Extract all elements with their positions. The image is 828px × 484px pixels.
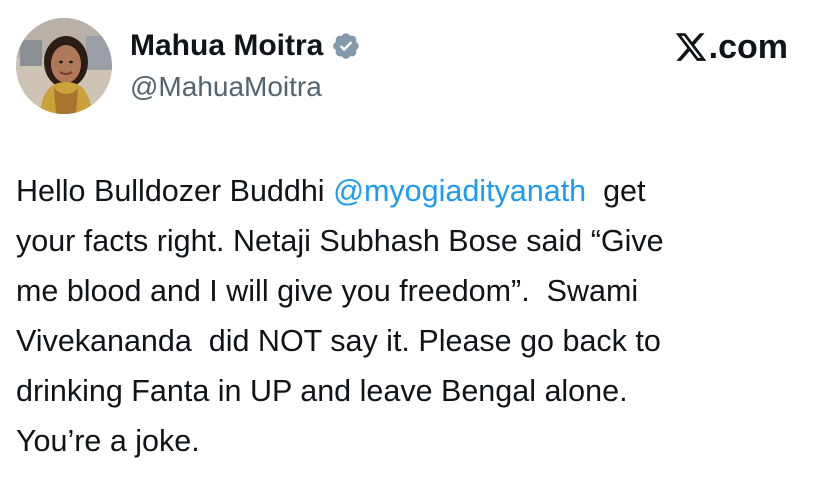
x-logo-icon [674, 30, 708, 64]
tweet-text: Hello Bulldozer Buddhi @myogiadityanath … [16, 166, 812, 466]
author-handle[interactable]: @MahuaMoitra [130, 70, 322, 104]
tweet-line-1: Hello Bulldozer Buddhi @myogiadityanath … [16, 166, 812, 216]
avatar-photo [16, 18, 112, 114]
tweet-line-6: You’re a joke. [16, 424, 200, 458]
mention-link[interactable]: @myogiadityanath [333, 174, 586, 208]
author-name-row: Mahua Moitra [130, 28, 361, 64]
tweet-line-1-post: get [586, 174, 646, 208]
author-display-name[interactable]: Mahua Moitra [130, 28, 323, 64]
tweet-line-5: drinking Fanta in UP and leave Bengal al… [16, 374, 628, 408]
tweet-line-4: Vivekananda did NOT say it. Please go ba… [16, 324, 661, 358]
brand-watermark: .com [674, 26, 788, 68]
tweet-line-1-pre: Hello Bulldozer Buddhi [16, 174, 334, 208]
tweet-card: Mahua Moitra @MahuaMoitra .com Hello Bul… [0, 0, 828, 484]
tweet-line-3: me blood and I will give you freedom”. S… [16, 274, 639, 308]
avatar[interactable] [16, 18, 112, 114]
tweet-line-2: your facts right. Netaji Subhash Bose sa… [16, 224, 664, 258]
brand-suffix: .com [708, 28, 788, 66]
verified-badge-icon [331, 31, 361, 61]
